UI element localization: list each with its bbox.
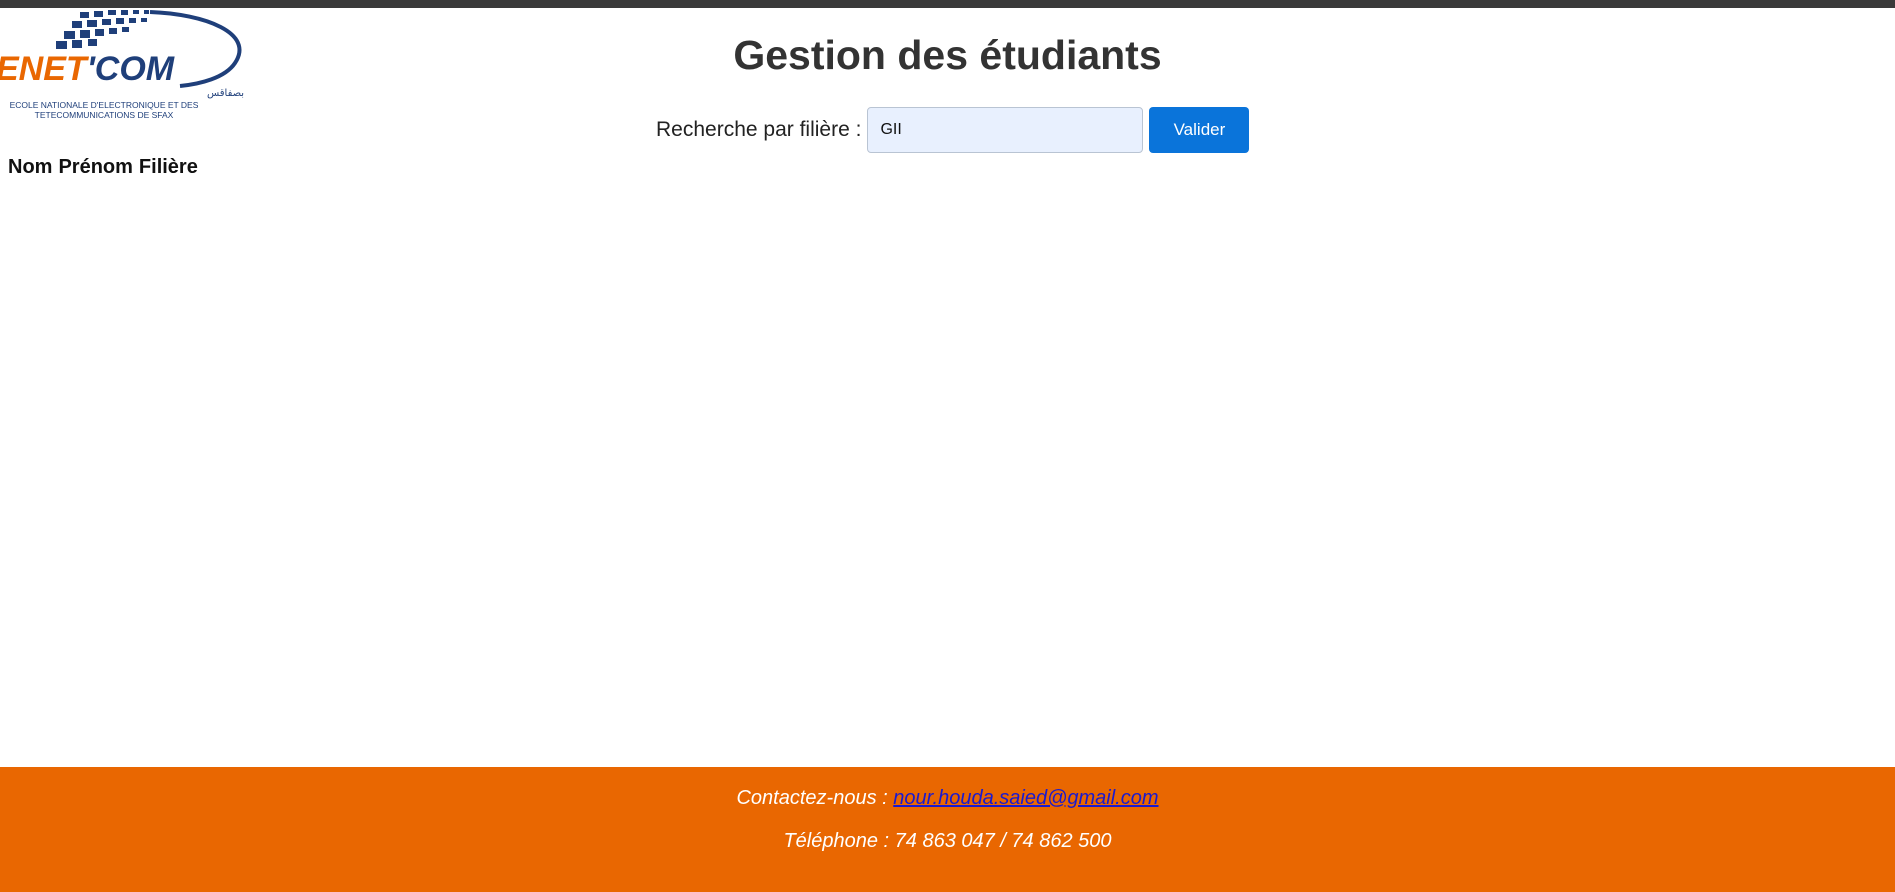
logo-line-2: TETECOMMUNICATIONS DE SFAX [35, 110, 174, 120]
contact-email-link[interactable]: nour.houda.saied@gmail.com [893, 787, 1158, 809]
logo-line-1: ECOLE NATIONALE D'ELECTRONIQUE ET DES [10, 100, 199, 110]
logo-arabic-text: المدرسة الوطنية للالكترونيك والاتصالات ب… [207, 88, 245, 99]
column-header-filiere: Filière [138, 156, 198, 178]
search-form: Recherche par filière : Valider [656, 106, 1250, 154]
page-title: Gestion des étudiants [733, 32, 1162, 78]
footer-phone: Téléphone : 74 863 047 / 74 862 500 [783, 830, 1112, 852]
contact-label: Contactez-nous : [736, 787, 888, 809]
search-label: Recherche par filière : [656, 118, 862, 141]
table-header-row: Nom Prénom Filière [5, 154, 201, 181]
footer-contact: Contactez-nous : nour.houda.saied@gmail.… [0, 787, 1895, 810]
browser-top-bar [0, 0, 1895, 8]
column-header-nom: Nom [8, 156, 53, 178]
students-table: Nom Prénom Filière [5, 154, 201, 181]
column-header-prenom: Prénom [58, 156, 133, 178]
validate-button[interactable]: Valider [1149, 107, 1250, 153]
footer: Contactez-nous : nour.houda.saied@gmail.… [0, 767, 1895, 892]
filiere-search-input[interactable] [867, 107, 1144, 153]
